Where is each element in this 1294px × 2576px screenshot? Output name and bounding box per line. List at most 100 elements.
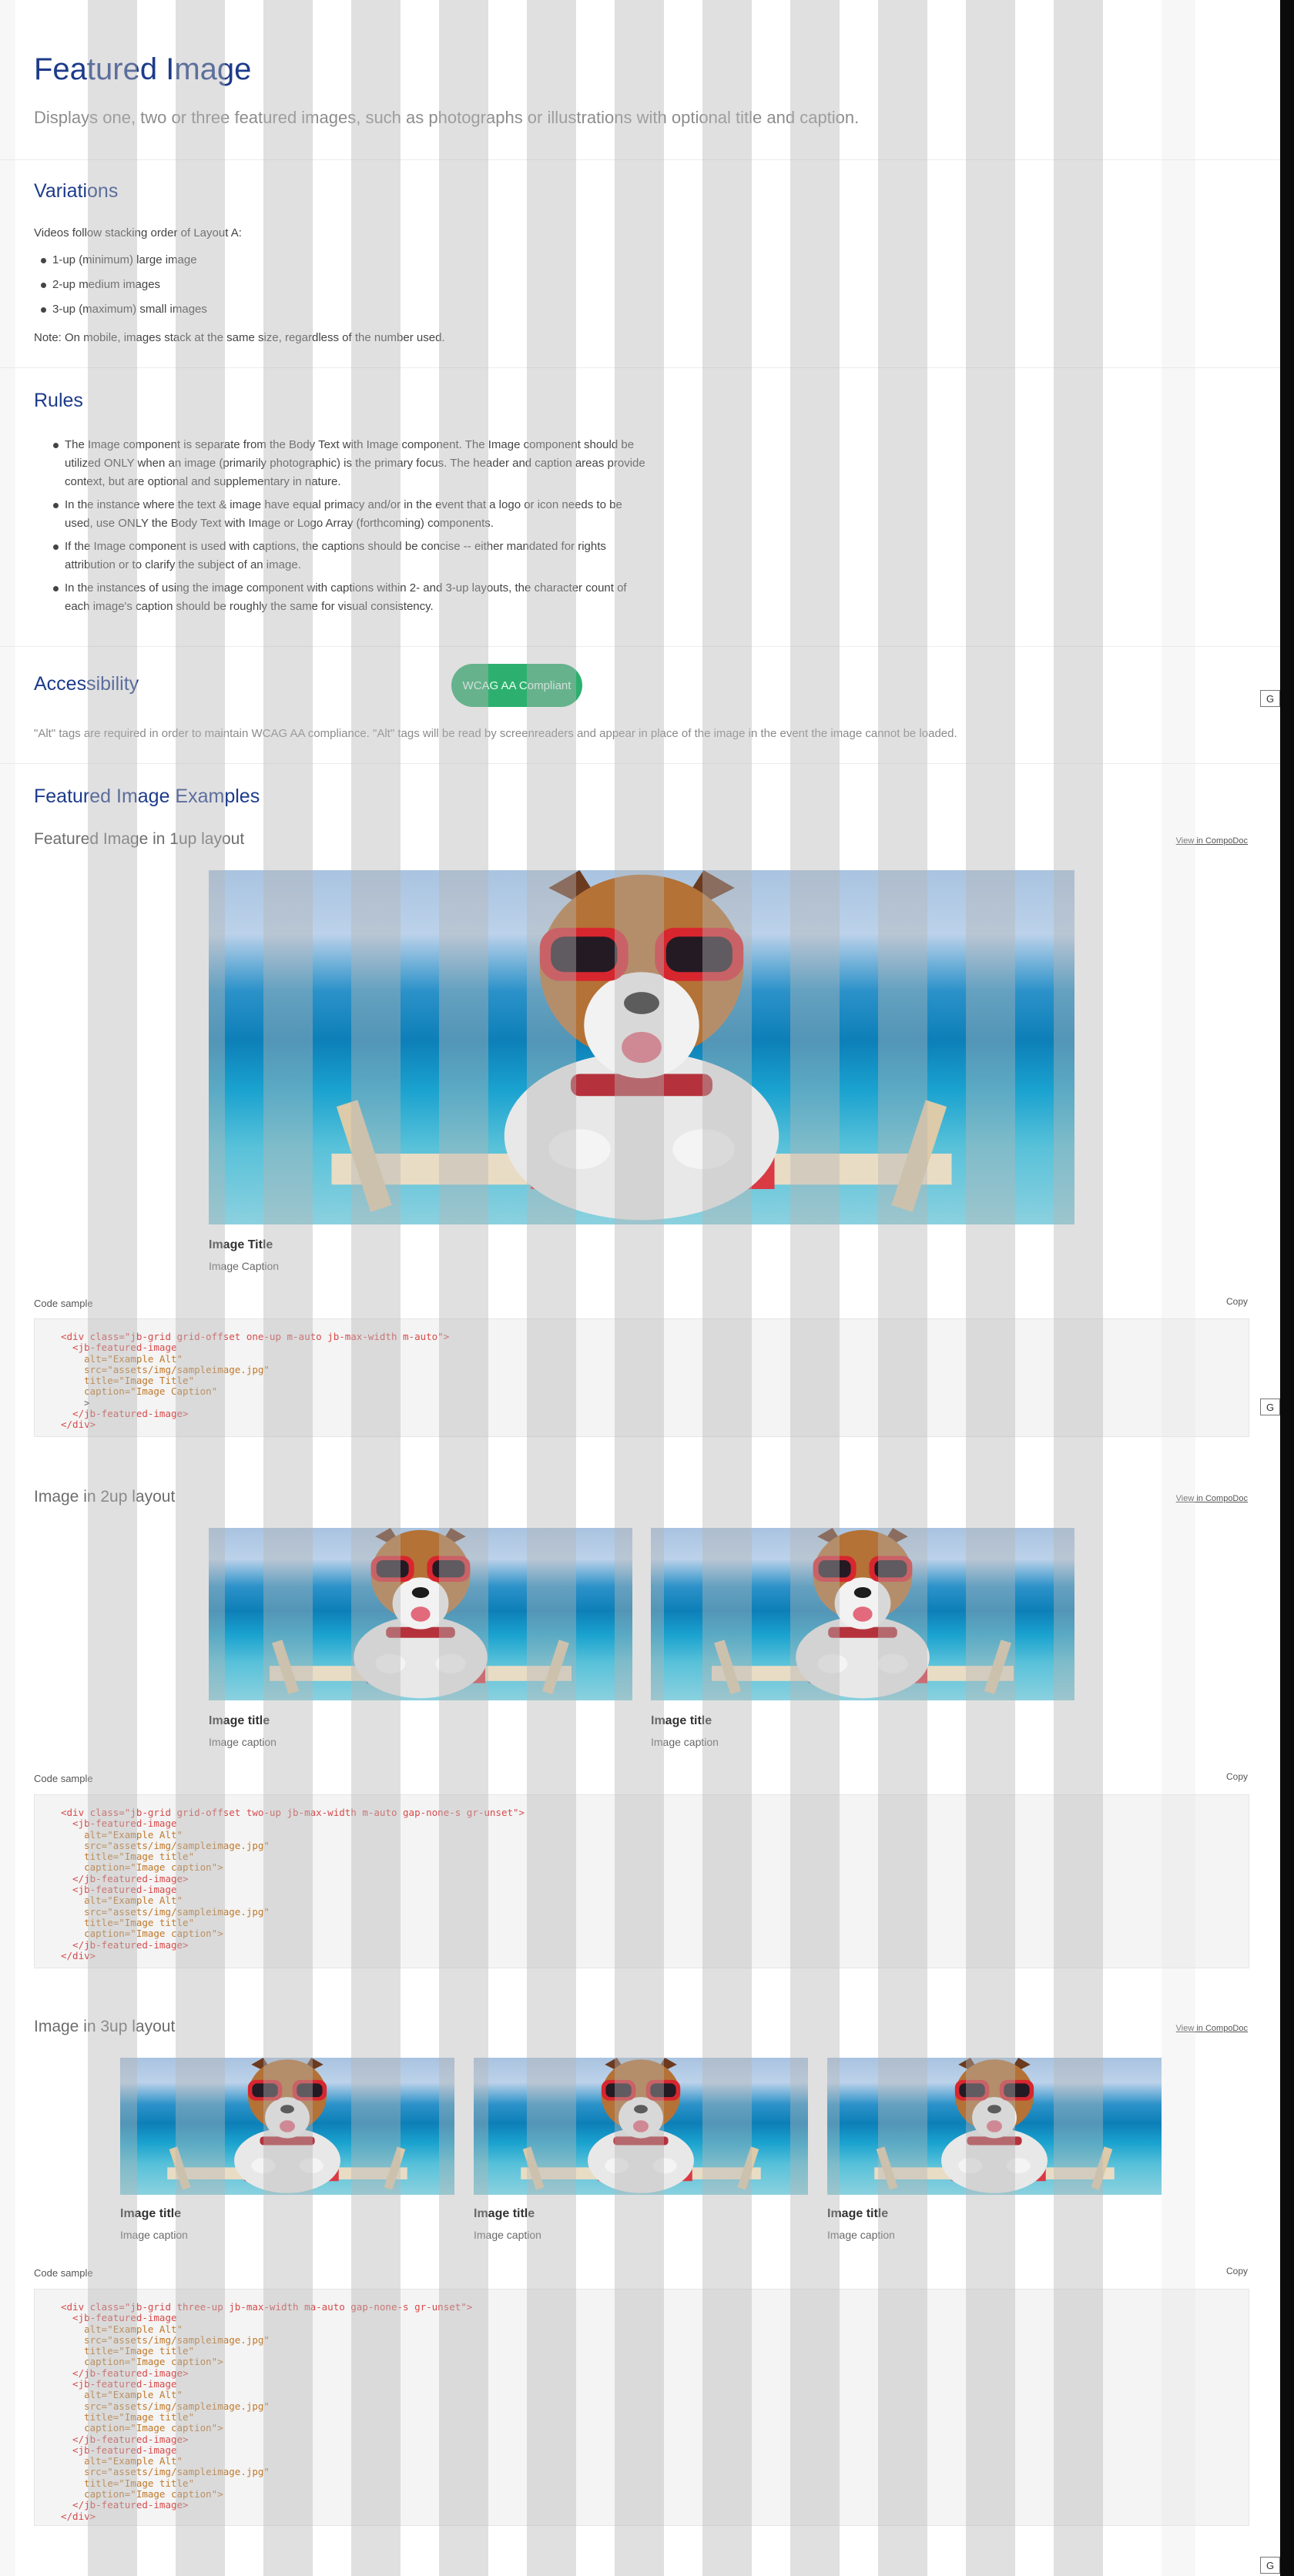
image-title: Image title [474, 2207, 535, 2220]
page-header: Featured Image Displays one, two or thre… [0, 0, 1280, 160]
image-caption: Image caption [651, 1736, 719, 1748]
code-sample-label: Code sample [34, 1773, 93, 1784]
code-line: caption="Image caption"> [61, 1928, 223, 1940]
examples-heading: Featured Image Examples [34, 786, 260, 807]
code-line: caption="Image caption"> [61, 1861, 223, 1874]
code-line: title="Image title" [61, 2410, 195, 2423]
featured-image-3up-2 [474, 2058, 808, 2195]
list-item: If the Image component is used with capt… [46, 538, 647, 574]
copy-button[interactable]: Copy [1226, 2266, 1248, 2276]
code-line: alt="Example Alt" [61, 2389, 183, 2401]
list-item: 3-up (maximum) small images [34, 300, 207, 319]
code-line: alt="Example Alt" [61, 1352, 183, 1365]
image-caption: Image caption [474, 2229, 541, 2241]
g-marker: G [1260, 2557, 1280, 2574]
view-in-compodoc-link[interactable]: View in CompoDoc [1176, 2024, 1248, 2033]
code-sample-label: Code sample [34, 2267, 93, 2279]
featured-image-2up-2 [651, 1528, 1074, 1700]
image-caption: Image caption [827, 2229, 895, 2241]
code-line: caption="Image Caption" [61, 1385, 218, 1398]
rules-list: The Image component is separate from the… [46, 436, 647, 621]
twoup-heading: Image in 2up layout [34, 1488, 176, 1506]
copy-button[interactable]: Copy [1226, 1296, 1248, 1307]
view-in-compodoc-link[interactable]: View in CompoDoc [1176, 1494, 1248, 1503]
code-sample-label: Code sample [34, 1298, 93, 1309]
code-block: <div class="jb-grid three-up jb-max-widt… [35, 2290, 1249, 2534]
list-item: 1-up (minimum) large image [34, 251, 207, 270]
code-line: <jb-featured-image [61, 1884, 177, 1896]
code-line: alt="Example Alt" [61, 2455, 183, 2467]
code-line: </jb-featured-image> [61, 1872, 189, 1884]
rules-heading: Rules [34, 390, 83, 411]
list-item: The Image component is separate from the… [46, 436, 647, 491]
code-line: caption="Image caption"> [61, 2488, 223, 2501]
code-line: title="Image title" [61, 2345, 195, 2357]
code-sample-3up: <div class="jb-grid three-up jb-max-widt… [34, 2289, 1249, 2526]
code-line: caption="Image caption"> [61, 2356, 223, 2368]
code-sample-1up: <div class="jb-grid grid-offset one-up m… [34, 1318, 1249, 1437]
code-block: <div class="jb-grid grid-offset two-up j… [35, 1795, 1249, 1974]
code-line: <jb-featured-image [61, 2378, 177, 2390]
page-subtitle: Displays one, two or three featured imag… [34, 108, 860, 127]
featured-image-3up-1 [120, 2058, 454, 2195]
image-title: Image Title [209, 1238, 273, 1251]
code-line: alt="Example Alt" [61, 1828, 183, 1841]
right-edge-bar [1280, 0, 1294, 2576]
code-line: src="assets/img/sampleimage.jpg" [61, 2466, 270, 2478]
code-line: title="Image Title" [61, 1375, 195, 1387]
code-line: </jb-featured-image> [61, 1938, 189, 1951]
rules-section: Rules The Image component is separate fr… [0, 368, 1280, 647]
code-sample-2up: <div class="jb-grid grid-offset two-up j… [34, 1794, 1249, 1968]
code-line: src="assets/img/sampleimage.jpg" [61, 1905, 270, 1918]
featured-image-3up-3 [827, 2058, 1162, 2195]
code-line: src="assets/img/sampleimage.jpg" [61, 2333, 270, 2346]
code-line: </jb-featured-image> [61, 2499, 189, 2511]
g-marker: G [1260, 690, 1280, 707]
g-marker: G [1260, 1399, 1280, 1415]
accessibility-heading: Accessibility [34, 673, 139, 695]
code-line: </jb-featured-image> [61, 2367, 189, 2379]
code-line: title="Image title" [61, 1916, 195, 1928]
variations-note: Note: On mobile, images stack at the sam… [34, 331, 445, 344]
code-line: <jb-featured-image [61, 2312, 177, 2324]
list-item: In the instance where the text & image h… [46, 496, 647, 533]
code-div-close: </div> [61, 2510, 96, 2522]
code-div-close: </div> [61, 1949, 96, 1961]
list-item: In the instances of using the image comp… [46, 579, 647, 616]
image-title: Image title [209, 1714, 270, 1727]
oneup-heading: Featured Image in 1up layout [34, 830, 245, 848]
code-div-open: <div class="jb-grid grid-offset one-up m… [61, 1331, 450, 1342]
variations-list: 1-up (minimum) large image 2-up medium i… [34, 251, 207, 325]
wcag-badge: WCAG AA Compliant [451, 664, 582, 707]
code-line: title="Image title" [61, 2477, 195, 2489]
code-line: alt="Example Alt" [61, 1894, 183, 1907]
threeup-heading: Image in 3up layout [34, 2018, 176, 2035]
code-line: src="assets/img/sampleimage.jpg" [61, 1363, 270, 1375]
page-title: Featured Image [34, 52, 252, 86]
image-title: Image title [120, 2207, 182, 2220]
code-line: <jb-featured-image [61, 1817, 177, 1830]
code-line: caption="Image caption"> [61, 2422, 223, 2434]
code-line: alt="Example Alt" [61, 2323, 183, 2335]
code-line: title="Image title" [61, 1851, 195, 1863]
accessibility-text: "Alt" tags are required in order to main… [34, 727, 957, 740]
code-div-close: </div> [61, 1419, 96, 1431]
code-line: </jb-featured-image> [61, 2433, 189, 2445]
code-line: src="assets/img/sampleimage.jpg" [61, 1839, 270, 1851]
code-line: src="assets/img/sampleimage.jpg" [61, 2400, 270, 2412]
code-div-open: <div class="jb-grid grid-offset two-up j… [61, 1807, 525, 1818]
code-div-open: <div class="jb-grid three-up jb-max-widt… [61, 2301, 473, 2313]
variations-intro: Videos follow stacking order of Layout A… [34, 226, 242, 240]
image-title: Image title [651, 1714, 712, 1727]
view-in-compodoc-link[interactable]: View in CompoDoc [1176, 836, 1248, 846]
image-title: Image title [827, 2207, 889, 2220]
code-block: <div class="jb-grid grid-offset one-up m… [35, 1319, 1249, 1443]
variations-section: Variations Videos follow stacking order … [0, 160, 1280, 368]
featured-image-2up-1 [209, 1528, 632, 1700]
code-line: <jb-featured-image [61, 2444, 177, 2456]
accessibility-section: Accessibility "Alt" tags are required in… [0, 647, 1280, 764]
copy-button[interactable]: Copy [1226, 1771, 1248, 1782]
list-item: 2-up medium images [34, 276, 207, 294]
image-caption: Image Caption [209, 1260, 280, 1272]
image-caption: Image caption [120, 2229, 188, 2241]
